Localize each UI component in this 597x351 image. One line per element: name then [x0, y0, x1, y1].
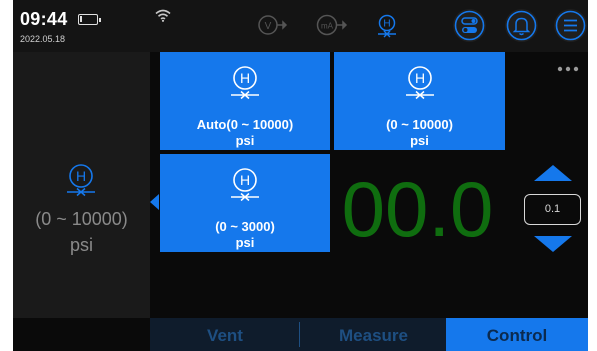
current-range-label: (0 ~ 10000)	[35, 209, 128, 229]
range-option-3000[interactable]: H (0 ~ 3000) psi	[160, 154, 330, 252]
current-unit-label: psi	[69, 235, 93, 255]
tab-divider	[299, 322, 300, 347]
more-options-icon[interactable]	[557, 66, 579, 72]
wifi-icon	[155, 9, 171, 22]
menu-button[interactable]	[554, 9, 587, 42]
tile-icon-label: H	[240, 70, 250, 86]
voltage-icon[interactable]: V	[257, 14, 289, 36]
unit-label: psi	[235, 235, 255, 250]
hydraulic-pressure-icon: H	[405, 66, 434, 100]
battery-icon	[78, 14, 101, 25]
range-label: (0 ~ 10000)	[386, 117, 453, 132]
range-label: (0 ~ 3000)	[215, 219, 275, 234]
pressure-reading: 00.0	[341, 165, 494, 253]
menu-icon	[555, 10, 586, 41]
step-down-button[interactable]	[534, 236, 572, 252]
status-bar: 09:44 2022.05.18 V mA H	[13, 0, 588, 52]
toggle-icon	[454, 10, 485, 41]
voltage-label: V	[265, 21, 272, 32]
milliamp-label: mA	[321, 22, 334, 31]
tab-vent[interactable]: Vent	[150, 318, 300, 351]
device-screen: 09:44 2022.05.18 V mA H H (0 ~ 10000) ps…	[13, 0, 588, 351]
current-range-panel[interactable]: H (0 ~ 10000) psi	[13, 52, 150, 318]
left-panel-icon-label: H	[76, 168, 86, 184]
step-up-button[interactable]	[534, 165, 572, 181]
hydraulic-pressure-icon[interactable]: H	[375, 14, 399, 38]
range-option-10000[interactable]: H (0 ~ 10000) psi	[334, 52, 505, 150]
milliamp-icon[interactable]: mA	[315, 14, 349, 36]
clock-time: 09:44	[20, 9, 68, 29]
unit-label: psi	[235, 133, 255, 148]
tile-icon-label: H	[240, 172, 250, 188]
toggle-button[interactable]	[453, 9, 486, 42]
bell-icon	[506, 10, 537, 41]
range-option-auto[interactable]: H Auto(0 ~ 10000) psi	[160, 52, 330, 150]
tile-icon-label: H	[414, 70, 424, 86]
clock-date: 2022.05.18	[20, 34, 66, 44]
hydraulic-pressure-icon: H	[231, 168, 259, 202]
step-value[interactable]: 0.1	[524, 194, 581, 225]
hydraulic-pressure-icon: H	[67, 164, 95, 197]
unit-label: psi	[410, 133, 429, 148]
notification-button[interactable]	[505, 9, 538, 42]
tab-measure[interactable]: Measure	[301, 318, 446, 351]
hydraulic-pressure-icon: H	[231, 66, 259, 100]
range-label: Auto(0 ~ 10000)	[196, 117, 294, 132]
selection-pointer	[150, 194, 159, 210]
hydraulic-label: H	[383, 19, 390, 30]
tab-control[interactable]: Control	[446, 318, 588, 351]
